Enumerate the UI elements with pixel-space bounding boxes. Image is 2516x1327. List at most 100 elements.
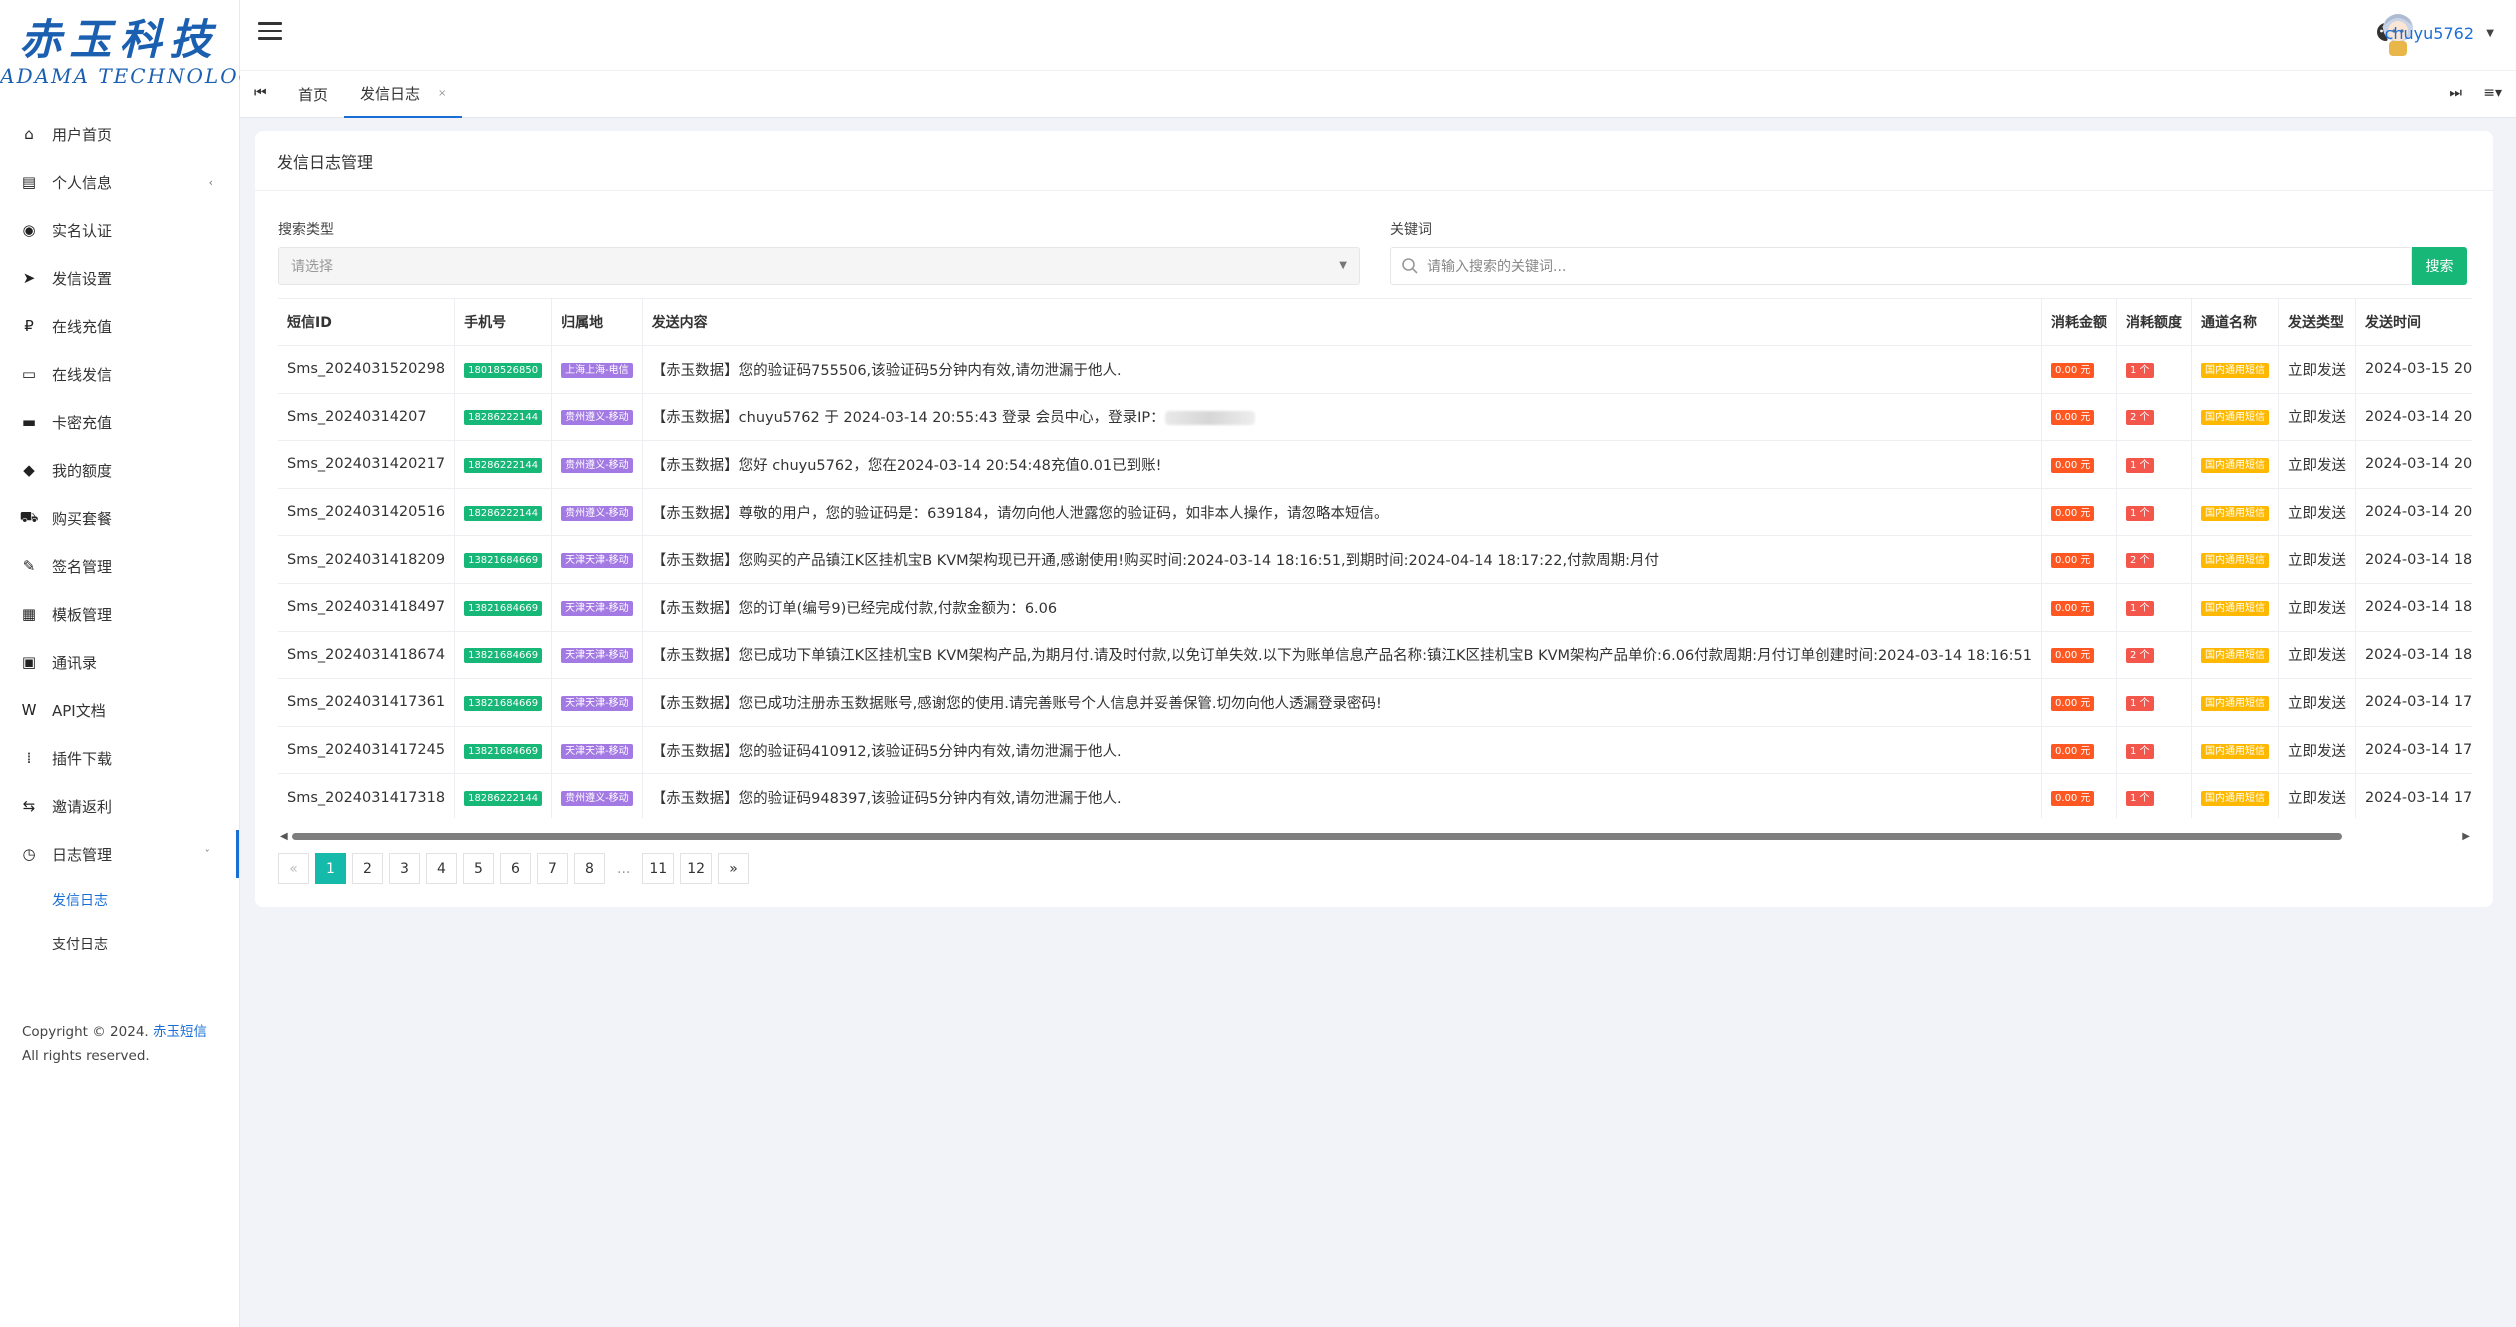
horizontal-scrollbar[interactable]: ◀ ▶	[278, 829, 2472, 843]
username[interactable]: chuyu5762	[2385, 24, 2474, 43]
cost-cell-badge: 0.00 元	[2050, 410, 2095, 426]
scroll-left-icon[interactable]: ◀	[280, 831, 288, 842]
sidebar-item[interactable]: ◆ 我的额度	[0, 446, 239, 494]
sidebar-item[interactable]: ✎ 签名管理	[0, 542, 239, 590]
sidebar-item[interactable]: ⁞ 插件下载	[0, 734, 239, 782]
channel-cell: 国内通用短信	[2191, 631, 2279, 680]
table-row[interactable]: Sms_2024031417361 13821684669 天津天津-移动 【赤玉数据…	[278, 678, 2472, 727]
sidebar-item[interactable]: ◉ 实名认证	[0, 206, 239, 254]
sidebar-item[interactable]: ◷ 日志管理 ˇ	[0, 830, 239, 878]
send-time-cell: 2024-03-14 18:16:54	[2355, 631, 2472, 680]
table-row[interactable]: Sms_2024031417245 13821684669 天津天津-移动 【赤玉数据…	[278, 726, 2472, 775]
copyright-link[interactable]: 赤玉短信	[153, 1024, 207, 1040]
column-header[interactable]: 归属地	[551, 298, 643, 346]
page-prev-button[interactable]: «	[278, 853, 309, 884]
cost-cell-badge: 0.00 元	[2050, 505, 2095, 521]
page-next-button[interactable]: »	[718, 853, 750, 884]
table-row[interactable]: Sms_2024031418209 13821684669 天津天津-移动 【赤玉数据…	[278, 535, 2472, 584]
quota-cell: 1 个	[2116, 488, 2192, 537]
sidebar-item[interactable]: ⌂ 用户首页	[0, 110, 239, 158]
sidebar-item[interactable]: ₽ 在线充值	[0, 302, 239, 350]
sidebar-item[interactable]: ⇆ 邀请返利	[0, 782, 239, 830]
sms-id-cell: Sms_2024031420516	[278, 488, 456, 537]
cost-cell: 0.00 元	[2041, 535, 2117, 584]
location-cell: 天津天津-移动	[551, 678, 643, 727]
sidebar-item[interactable]: ⛟ 购买套餐	[0, 494, 239, 542]
table-row[interactable]: Sms_2024031420516 18286222144 贵州遵义-移动 【赤玉数据…	[278, 488, 2472, 537]
chevron-down-icon[interactable]: ▼	[2486, 28, 2494, 39]
sidebar-item[interactable]: W API文档	[0, 686, 239, 734]
page-number[interactable]: 3	[389, 853, 420, 884]
sidebar-item[interactable]: ▬ 卡密充值	[0, 398, 239, 446]
page-number[interactable]: 6	[500, 853, 531, 884]
sidebar-item[interactable]: ➤ 发信设置	[0, 254, 239, 302]
channel-cell-badge: 国内通用短信	[2200, 695, 2269, 711]
tab-home[interactable]: 首页	[282, 71, 344, 118]
keyword-placeholder: 请输入搜索的关键词...	[1427, 259, 1567, 275]
page-number[interactable]: 8	[574, 853, 605, 884]
cost-cell: 0.00 元	[2041, 583, 2117, 632]
sidebar-item-label: 实名认证	[52, 221, 113, 240]
tab-menu-icon[interactable]: ≡▾	[2483, 85, 2502, 101]
column-header[interactable]: 消耗金额	[2041, 298, 2117, 346]
sms-id-cell: Sms_2024031420217	[278, 440, 456, 489]
table-row[interactable]: Sms_2024031420217 18286222144 贵州遵义-移动 【赤玉数据…	[278, 440, 2472, 489]
tabs-bar: ⏮ 首页 发信日志 × ⏭ ≡▾	[240, 70, 2516, 118]
search-type-placeholder: 请选择	[291, 259, 333, 275]
sidebar-item[interactable]: ▤ 个人信息 ‹	[0, 158, 239, 206]
page-number[interactable]: 2	[352, 853, 383, 884]
table-row[interactable]: Sms_2024031417318 18286222144 贵州遵义-移动 【赤玉数据…	[278, 773, 2472, 818]
content-cell: 【赤玉数据】您的验证码755506,该验证码5分钟内有效,请勿泄漏于他人.	[642, 345, 2042, 394]
column-header[interactable]: 通道名称	[2191, 298, 2279, 346]
submenu-item[interactable]: 支付日志	[0, 922, 239, 966]
table-row[interactable]: Sms_2024031418497 13821684669 天津天津-移动 【赤玉数据…	[278, 583, 2472, 632]
phone-cell-badge: 13821684669	[464, 600, 543, 616]
log-table: 短信ID手机号归属地发送内容消耗金额消耗额度通道名称发送类型发送时间状态 Sms…	[278, 298, 2472, 818]
tab-last-icon[interactable]: ⏭	[2449, 85, 2462, 101]
table-row[interactable]: Sms_2024031520298 18018526850 上海上海-电信 【赤玉数据…	[278, 345, 2472, 394]
sidebar-item[interactable]: ▭ 在线发信	[0, 350, 239, 398]
quota-cell-badge: 1 个	[2125, 600, 2154, 616]
column-header[interactable]: 发送内容	[642, 298, 2042, 346]
scroll-right-icon[interactable]: ▶	[2462, 831, 2470, 842]
content-cell: 【赤玉数据】您的验证码410912,该验证码5分钟内有效,请勿泄漏于他人.	[642, 726, 2042, 775]
sidebar-item-label: 插件下载	[52, 749, 113, 768]
page-number[interactable]: 7	[537, 853, 568, 884]
menu-toggle-icon[interactable]	[258, 22, 282, 42]
sidebar-item-label: 我的额度	[52, 461, 113, 480]
page-number[interactable]: 12	[680, 853, 713, 884]
cost-cell: 0.00 元	[2041, 440, 2117, 489]
phone-cell-badge: 18286222144	[464, 457, 543, 473]
quota-cell: 1 个	[2116, 678, 2192, 727]
page-number[interactable]: 11	[642, 853, 675, 884]
channel-cell: 国内通用短信	[2191, 535, 2279, 584]
submenu-item[interactable]: 发信日志	[0, 878, 239, 922]
logo[interactable]: 赤玉科技 AKADAMA TECHNOLOGY	[0, 0, 269, 100]
tab-first-icon[interactable]: ⏮	[254, 85, 267, 101]
page-number[interactable]: 5	[463, 853, 494, 884]
table-row[interactable]: Sms_20240314207 18286222144 贵州遵义-移动 【赤玉数据】c…	[278, 393, 2472, 442]
content-cell: 【赤玉数据】尊敬的用户，您的验证码是：639184，请勿向他人泄露您的验证码，如…	[642, 488, 2042, 537]
column-header[interactable]: 发送时间	[2355, 298, 2472, 346]
paypal-icon: ₽	[24, 317, 34, 335]
log-table-wrap[interactable]: 短信ID手机号归属地发送内容消耗金额消耗额度通道名称发送类型发送时间状态 Sms…	[278, 298, 2472, 818]
sidebar-item[interactable]: ▣ 通讯录	[0, 638, 239, 686]
phone-cell: 18286222144	[454, 488, 553, 537]
scroll-thumb[interactable]	[292, 833, 2342, 840]
channel-cell: 国内通用短信	[2191, 345, 2279, 394]
location-cell-badge: 贵州遵义-移动	[561, 505, 633, 521]
page-number[interactable]: 1	[315, 853, 346, 884]
keyword-input[interactable]: 请输入搜索的关键词...	[1390, 247, 2412, 285]
sidebar-item[interactable]: ▦ 模板管理	[0, 590, 239, 638]
column-header[interactable]: 手机号	[454, 298, 553, 346]
tab-send-log[interactable]: 发信日志 ×	[344, 71, 463, 118]
search-type-select[interactable]: 请选择 ▼	[278, 247, 1360, 285]
column-header[interactable]: 消耗额度	[2116, 298, 2192, 346]
search-button[interactable]: 搜索	[2412, 247, 2467, 285]
column-header[interactable]: 短信ID	[278, 298, 456, 346]
page-number[interactable]: 4	[426, 853, 457, 884]
tab-close-icon[interactable]: ×	[438, 88, 446, 99]
cost-cell: 0.00 元	[2041, 488, 2117, 537]
table-row[interactable]: Sms_2024031418674 13821684669 天津天津-移动 【赤玉数据…	[278, 631, 2472, 680]
column-header[interactable]: 发送类型	[2278, 298, 2356, 346]
